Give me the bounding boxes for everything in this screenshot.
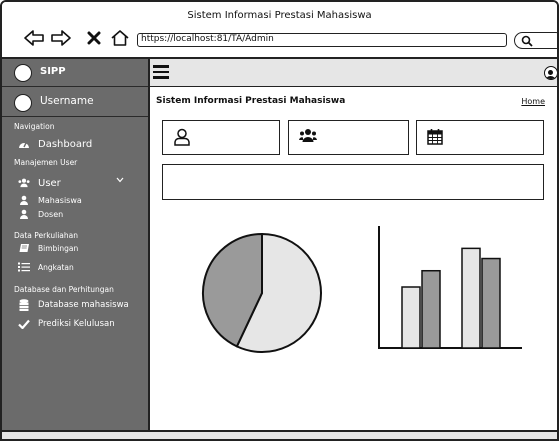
section-database: Database dan Perhitungan xyxy=(14,285,114,294)
bar-chart xyxy=(378,226,522,349)
home-icon[interactable] xyxy=(110,28,130,48)
page-title: Sistem Informasi Prestasi Mahasiswa xyxy=(156,96,346,106)
sidebar-item-label: Database mahasiswa xyxy=(38,300,129,310)
section-manajemen: Manajemen User xyxy=(14,158,78,167)
sidebar-item-label: Prediksi Kelulusan xyxy=(38,319,115,329)
sidebar-user[interactable]: Username xyxy=(2,89,148,117)
back-icon[interactable] xyxy=(24,28,44,48)
list-icon xyxy=(18,261,30,273)
close-icon[interactable] xyxy=(84,28,104,48)
sidebar-item-label: Dosen xyxy=(38,209,64,219)
database-icon xyxy=(18,299,30,311)
pie-chart xyxy=(202,232,322,353)
users-icon xyxy=(18,177,30,189)
address-bar[interactable]: https://localhost:81/TA/Admin xyxy=(137,33,507,47)
avatar xyxy=(14,94,32,112)
sidebar-item-dashboard[interactable]: Dashboard xyxy=(18,137,92,151)
status-bar xyxy=(2,430,557,439)
breadcrumb-home[interactable]: Home xyxy=(521,97,545,106)
username-label: Username xyxy=(40,95,94,107)
card-group[interactable] xyxy=(288,120,409,155)
bar xyxy=(421,269,441,349)
dashboard-icon xyxy=(18,138,30,150)
sidebar-item-label: User xyxy=(38,177,61,189)
sidebar-item-label: Angkatan xyxy=(38,262,74,272)
browser-window: Sistem Informasi Prestasi Mahasiswa http… xyxy=(0,0,559,441)
calendar-icon xyxy=(427,128,443,149)
bar xyxy=(461,247,481,349)
card-calendar[interactable] xyxy=(416,120,544,155)
check-icon xyxy=(18,318,30,330)
user-icon xyxy=(173,128,191,150)
sidebar-item-bimbingan[interactable]: Bimbingan xyxy=(18,241,78,255)
sidebar-item-prediksi[interactable]: Prediksi Kelulusan xyxy=(18,317,115,331)
card-user[interactable] xyxy=(162,120,280,155)
sidebar-item-label: Dashboard xyxy=(38,138,93,150)
forward-icon[interactable] xyxy=(51,28,71,48)
section-navigation: Navigation xyxy=(14,122,55,131)
book-icon xyxy=(18,242,30,254)
search-icon xyxy=(521,35,533,47)
summary-panel xyxy=(162,164,544,200)
brand-logo xyxy=(14,64,32,82)
sidebar: SIPP Username Navigation Dashboard Manaj… xyxy=(2,59,150,430)
sidebar-item-label: Bimbingan xyxy=(38,243,79,253)
bar xyxy=(481,257,501,349)
sidebar-item-dosen[interactable]: Dosen xyxy=(18,207,63,221)
account-icon[interactable] xyxy=(544,66,557,80)
sidebar-item-angkatan[interactable]: Angkatan xyxy=(18,260,74,274)
sidebar-item-label: Mahasiswa xyxy=(38,195,82,205)
sidebar-item-user[interactable]: User xyxy=(18,176,148,190)
section-data-perkuliahan: Data Perkuliahan xyxy=(14,231,78,240)
sidebar-item-mahasiswa[interactable]: Mahasiswa xyxy=(18,193,82,207)
user-icon xyxy=(18,208,30,220)
group-icon xyxy=(299,128,317,148)
window-title: Sistem Informasi Prestasi Mahasiswa xyxy=(187,10,372,21)
brand-name: SIPP xyxy=(40,66,66,77)
app-header xyxy=(150,59,557,87)
search-button[interactable] xyxy=(514,32,557,49)
user-icon xyxy=(18,194,30,206)
sidebar-item-database-mahasiswa[interactable]: Database mahasiswa xyxy=(18,298,129,312)
hamburger-icon[interactable] xyxy=(153,65,169,79)
browser-titlebar: Sistem Informasi Prestasi Mahasiswa http… xyxy=(2,2,557,59)
bar xyxy=(401,286,421,349)
chevron-down-icon xyxy=(116,176,124,185)
sidebar-brand[interactable]: SIPP xyxy=(2,59,148,87)
